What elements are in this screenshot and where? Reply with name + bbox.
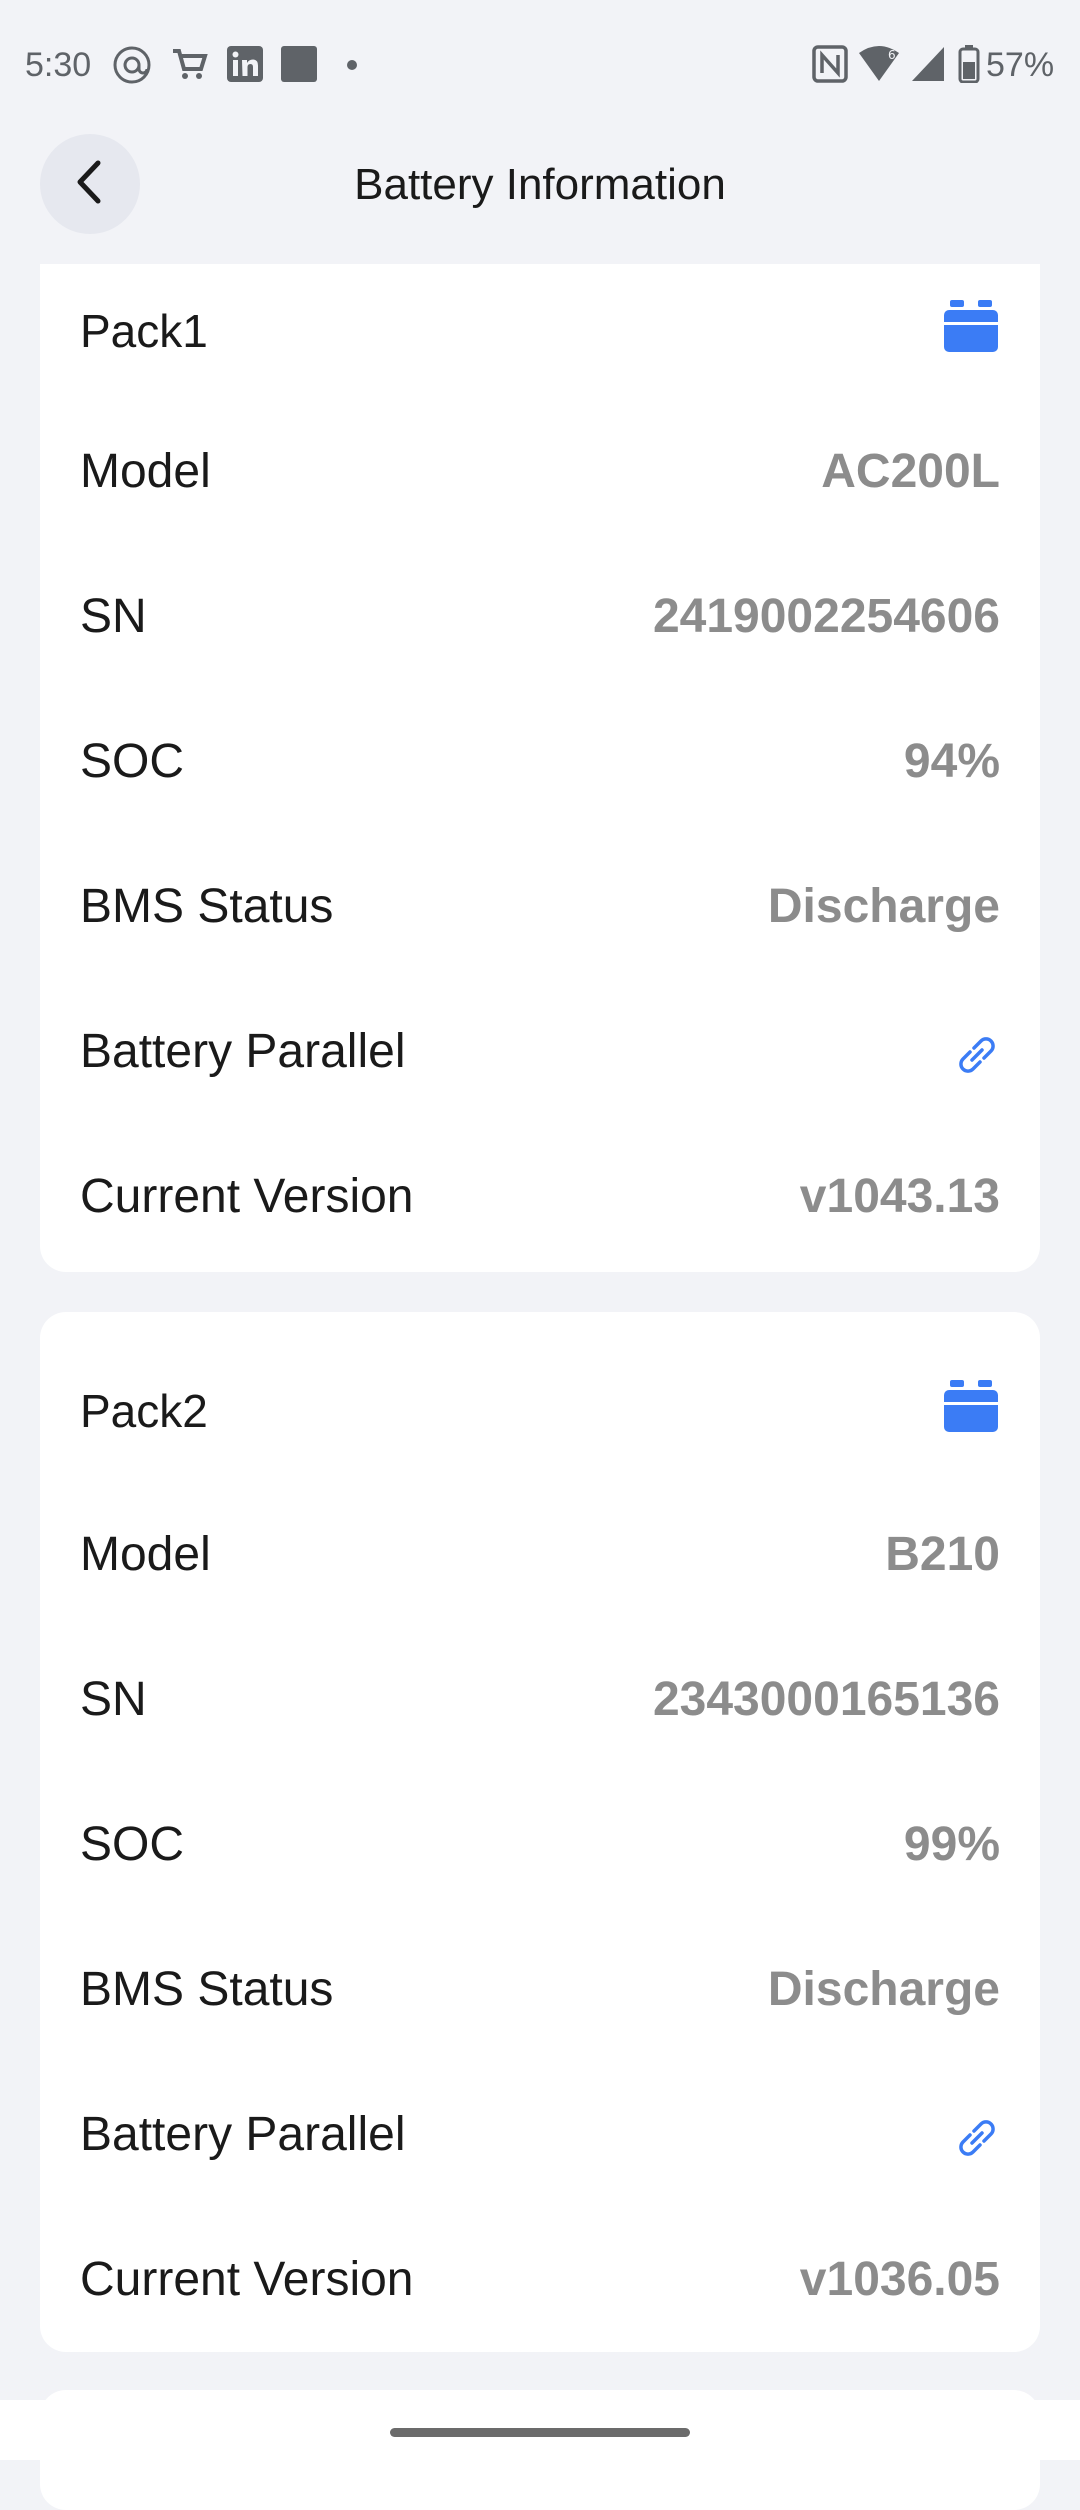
row-label: Model bbox=[80, 445, 211, 498]
nfc-icon bbox=[812, 45, 848, 88]
row-value: AC200L bbox=[821, 445, 1000, 498]
row-value: v1036.05 bbox=[799, 2253, 1000, 2306]
row-label: Model bbox=[80, 1528, 211, 1581]
home-indicator[interactable] bbox=[390, 2428, 690, 2437]
battery-icon bbox=[958, 45, 980, 88]
svg-text:6: 6 bbox=[888, 48, 896, 62]
row-value: v1043.13 bbox=[799, 1170, 1000, 1223]
row-label: SN bbox=[80, 590, 147, 643]
row-label: Battery Parallel bbox=[80, 2108, 406, 2161]
row-sn: SN 2343000165136 bbox=[40, 1652, 1040, 1752]
row-bms-status: BMS Status Discharge bbox=[40, 859, 1040, 959]
row-value: Discharge bbox=[767, 880, 1000, 933]
battery-pack-icon bbox=[944, 1380, 998, 1437]
dot-icon bbox=[346, 58, 358, 76]
cart-icon bbox=[170, 45, 208, 88]
row-sn: SN 2419002254606 bbox=[40, 569, 1040, 669]
battery-percent: 57% bbox=[986, 46, 1055, 84]
pack-title: Pack1 bbox=[80, 305, 208, 357]
square-app-icon bbox=[280, 45, 318, 88]
row-label: BMS Status bbox=[80, 880, 334, 933]
page-title: Battery Information bbox=[354, 160, 726, 209]
row-label: Current Version bbox=[80, 1170, 414, 1223]
pack-title: Pack2 bbox=[80, 1385, 208, 1437]
status-time: 5:30 bbox=[25, 46, 92, 84]
linkedin-icon bbox=[226, 45, 264, 88]
row-value: 99% bbox=[903, 1818, 1000, 1871]
row-value: 2343000165136 bbox=[652, 1673, 1000, 1726]
link-icon[interactable] bbox=[954, 2115, 1000, 2166]
signal-icon bbox=[910, 45, 946, 88]
row-model: Model B210 bbox=[40, 1507, 1040, 1607]
row-label: Current Version bbox=[80, 2253, 414, 2306]
row-soc: SOC 94% bbox=[40, 714, 1040, 814]
row-label: SOC bbox=[80, 1818, 185, 1871]
row-value: 94% bbox=[903, 735, 1000, 788]
row-current-version: Current Version v1036.05 bbox=[40, 2232, 1040, 2332]
row-model: Model AC200L bbox=[40, 424, 1040, 524]
row-label: SOC bbox=[80, 735, 185, 788]
battery-pack-icon bbox=[944, 300, 998, 357]
row-value: B210 bbox=[885, 1528, 1000, 1581]
at-sign-icon bbox=[112, 45, 152, 90]
status-bar: 5:30 6 57% bbox=[0, 0, 1080, 134]
row-label: SN bbox=[80, 1673, 147, 1726]
row-bms-status: BMS Status Discharge bbox=[40, 1942, 1040, 2042]
row-soc: SOC 99% bbox=[40, 1797, 1040, 1897]
row-value: 2419002254606 bbox=[652, 590, 1000, 643]
pack-card-1: Pack1 Model AC200L SN 2419002254606 SOC … bbox=[40, 264, 1040, 1272]
row-battery-parallel[interactable]: Battery Parallel bbox=[40, 1004, 1040, 1104]
row-label: BMS Status bbox=[80, 1963, 334, 2016]
row-battery-parallel[interactable]: Battery Parallel bbox=[40, 2087, 1040, 2187]
row-current-version: Current Version v1043.13 bbox=[40, 1149, 1040, 1249]
link-icon[interactable] bbox=[954, 1032, 1000, 1083]
header: Battery Information bbox=[0, 134, 1080, 264]
pack-card-2: Pack2 Model B210 SN 2343000165136 SOC 99… bbox=[40, 1312, 1040, 2352]
row-value: Discharge bbox=[767, 1963, 1000, 2016]
row-label: Battery Parallel bbox=[80, 1025, 406, 1078]
wifi-icon: 6 bbox=[858, 45, 900, 88]
